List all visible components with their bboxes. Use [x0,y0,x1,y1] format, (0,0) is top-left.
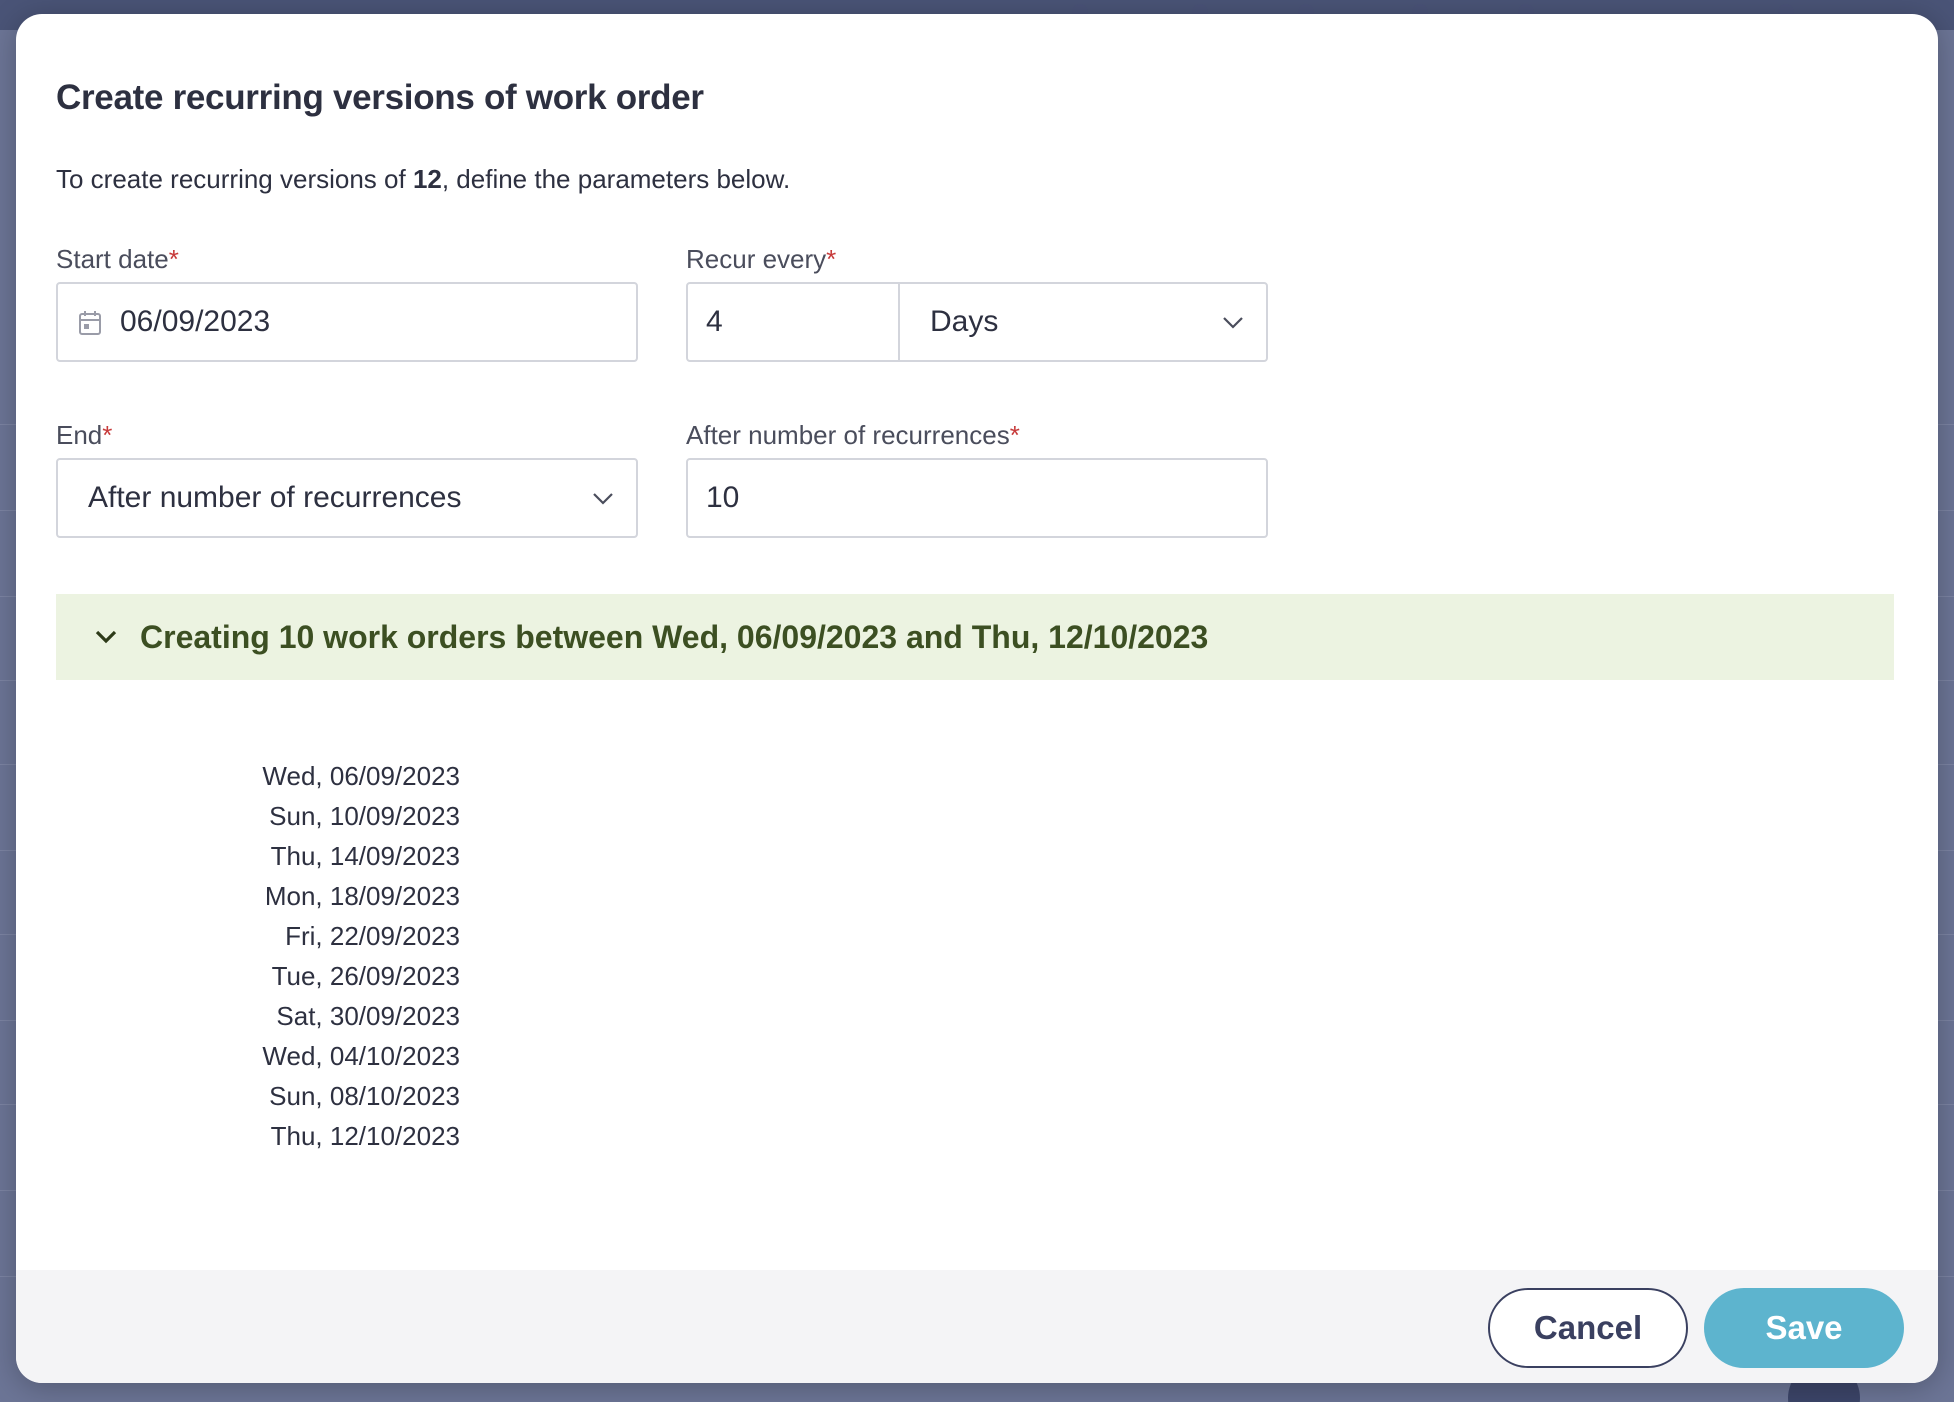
date-list-item: Thu, 12/10/2023 [270,1121,460,1151]
recurrence-dates-list: Wed, 06/09/2023 Sun, 10/09/2023 Thu, 14/09… [56,756,460,1156]
calendar-icon [79,311,101,335]
recurrences-label: After number of recurrences* [686,420,1020,451]
work-order-id: 12 [412,164,442,194]
end-label-text: End [56,420,103,450]
end-value: After number of recurrences [88,481,462,514]
required-marker: * [168,244,179,274]
modal-description: To create recurring versions of 12, defi… [56,164,790,195]
start-date-input[interactable]: 06/09/2023 [56,282,638,362]
chevron-down-icon [1223,317,1243,329]
recurrences-input[interactable]: 10 [686,458,1268,538]
modal-title: Create recurring versions of work order [56,78,704,117]
date-list-item: Sun, 08/10/2023 [269,1081,460,1111]
end-select[interactable]: After number of recurrences [56,458,638,538]
end-label: End* [56,420,112,451]
description-prefix: To create recurring versions of [56,164,413,194]
summary-text: Creating 10 work orders between Wed, 06/… [140,618,1209,655]
recurring-work-order-modal: Create recurring versions of work order … [16,14,1938,1383]
recur-every-number-input[interactable]: 4 [686,282,900,362]
recurrences-value: 10 [706,481,740,514]
date-list-item: Mon, 18/09/2023 [264,881,460,911]
recur-every-label: Recur every* [686,244,836,275]
cancel-button[interactable]: Cancel [1488,1288,1688,1368]
required-marker: * [1009,420,1020,450]
date-list-item: Sun, 10/09/2023 [269,801,460,831]
start-date-label: Start date* [56,244,179,275]
chevron-down-icon [593,493,613,505]
date-list-item: Fri, 22/09/2023 [285,921,460,951]
recur-every-unit-select[interactable]: Days [898,282,1268,362]
recur-every-unit-value: Days [930,305,999,338]
recurrences-label-text: After number of recurrences [686,420,1010,450]
date-list-item: Wed, 04/10/2023 [262,1041,460,1071]
save-button[interactable]: Save [1704,1288,1904,1368]
description-suffix: , define the parameters below. [441,164,791,194]
recur-every-label-text: Recur every [686,244,827,274]
summary-toggle[interactable]: Creating 10 work orders between Wed, 06/… [56,594,1894,680]
date-list-item: Thu, 14/09/2023 [270,841,460,871]
required-marker: * [826,244,837,274]
date-list-item: Wed, 06/09/2023 [262,761,460,791]
date-list-item: Tue, 26/09/2023 [271,961,460,991]
chevron-down-icon [95,630,117,644]
recur-every-value: 4 [706,305,723,338]
required-marker: * [102,420,113,450]
start-date-label-text: Start date [56,244,169,274]
date-list-item: Sat, 30/09/2023 [276,1001,460,1031]
